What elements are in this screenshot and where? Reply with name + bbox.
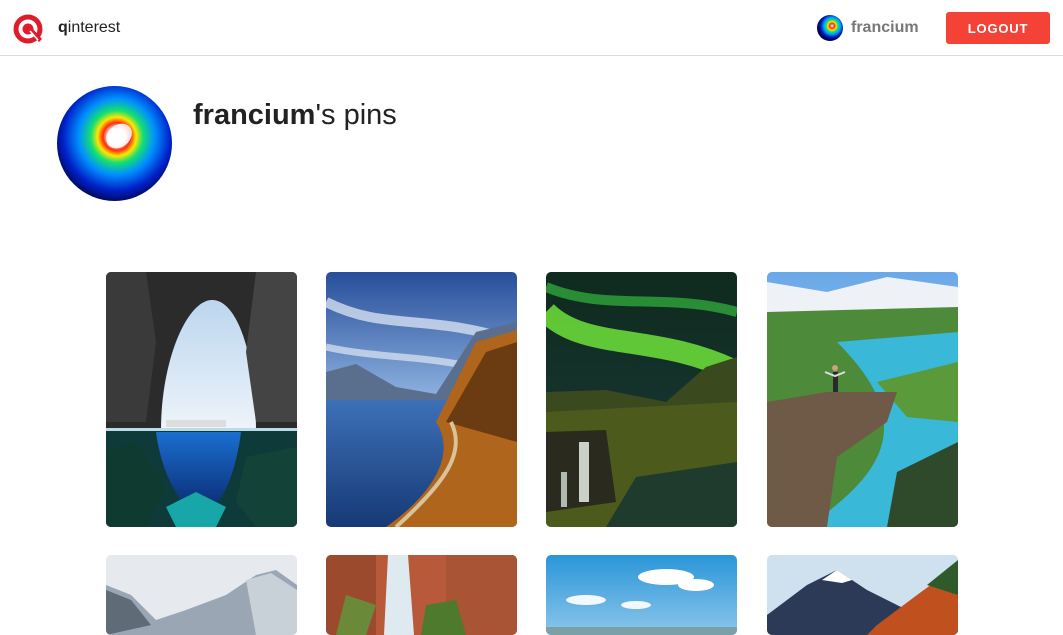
logout-button[interactable]: LOGOUT	[946, 12, 1050, 44]
pin-snowy-mountains[interactable]	[106, 555, 297, 635]
user-avatar-small	[817, 15, 843, 41]
pin-aurora-waterfall[interactable]	[546, 272, 737, 527]
pin-image	[767, 272, 958, 527]
pin-mountain-lake-road[interactable]	[326, 272, 517, 527]
brand-bold: q	[58, 19, 68, 36]
pin-canyon-waterfall[interactable]	[326, 555, 517, 635]
pin-blue-sky-clouds[interactable]	[546, 555, 737, 635]
profile-username: francium	[193, 99, 316, 131]
top-navbar: qinterest francium LOGOUT	[0, 0, 1063, 56]
pin-cliff-fjord-hiker[interactable]	[767, 272, 958, 527]
profile-title-suffix: 's pins	[315, 99, 397, 131]
brand-name[interactable]: qinterest	[58, 19, 120, 37]
profile-title: francium's pins	[193, 99, 397, 132]
pin-image	[326, 555, 517, 635]
pin-autumn-mountain[interactable]	[767, 555, 958, 635]
pin-image	[546, 555, 737, 635]
pin-image	[106, 272, 297, 527]
qinterest-logo-icon[interactable]	[12, 13, 44, 45]
pin-sea-cave-diver[interactable]	[106, 272, 297, 527]
pin-image	[546, 272, 737, 527]
brand-rest: interest	[67, 19, 121, 36]
profile-avatar	[57, 86, 172, 201]
pin-image	[326, 272, 517, 527]
nav-user-profile-link[interactable]: francium	[817, 15, 919, 41]
nav-username: francium	[851, 19, 919, 36]
pin-image	[106, 555, 297, 635]
pin-image	[767, 555, 958, 635]
